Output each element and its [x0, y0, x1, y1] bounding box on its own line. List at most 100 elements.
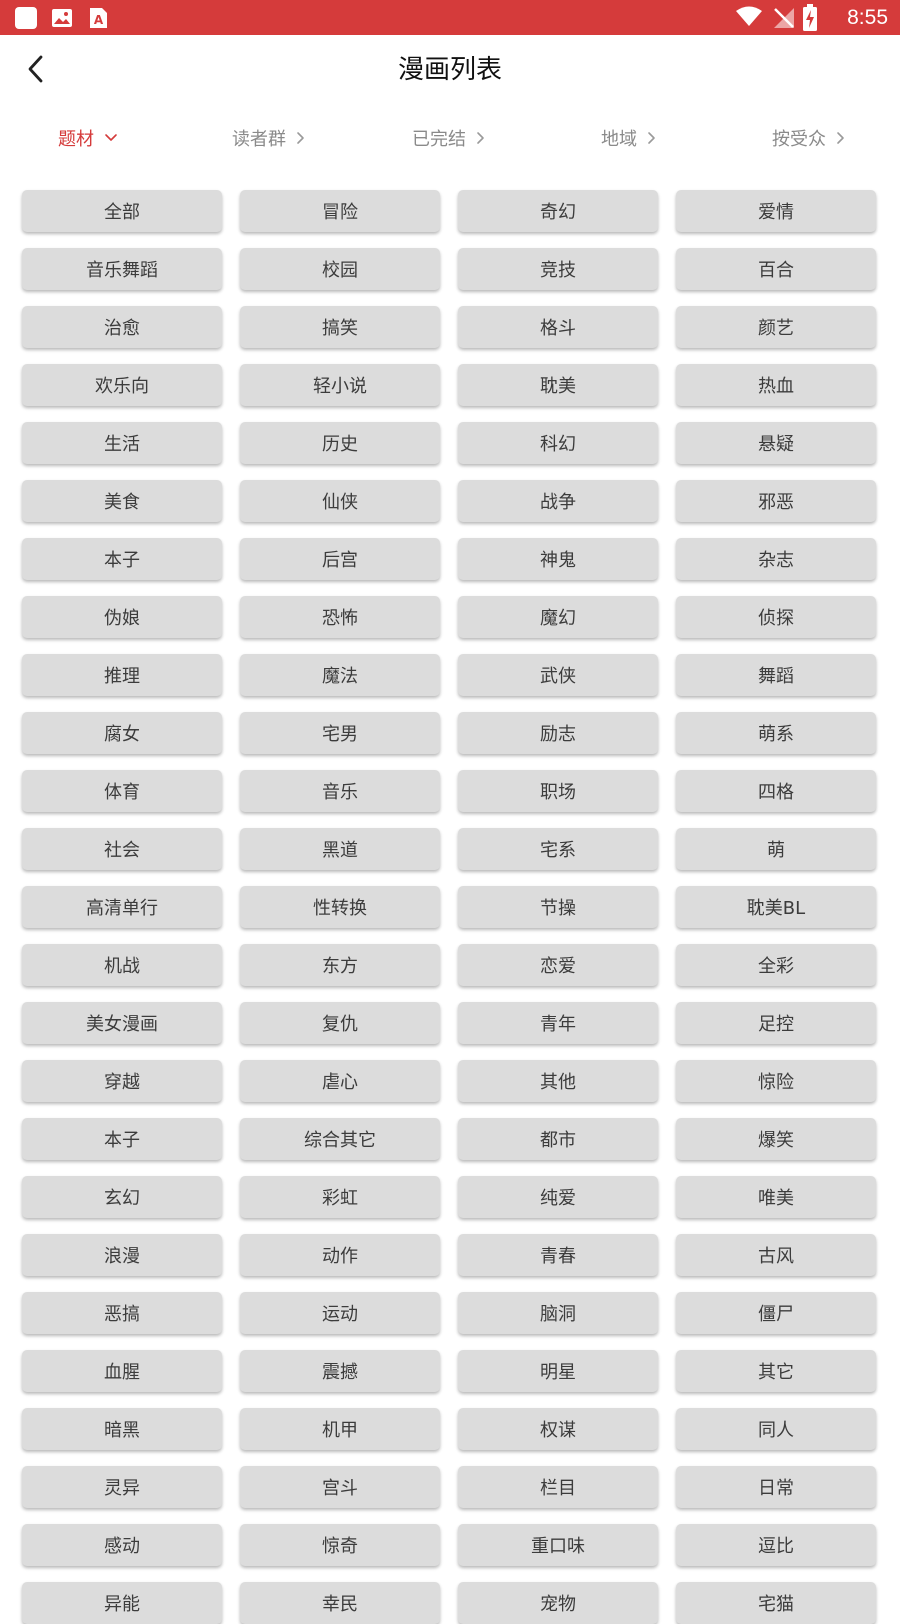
- genre-tag-button[interactable]: 美食: [22, 480, 222, 522]
- genre-tag-button[interactable]: 奇幻: [458, 190, 658, 232]
- genre-tag-button[interactable]: 推理: [22, 654, 222, 696]
- genre-tag-button[interactable]: 震撼: [240, 1350, 440, 1392]
- genre-tag-button[interactable]: 体育: [22, 770, 222, 812]
- genre-tag-button[interactable]: 动作: [240, 1234, 440, 1276]
- genre-tag-button[interactable]: 轻小说: [240, 364, 440, 406]
- genre-tag-button[interactable]: 纯爱: [458, 1176, 658, 1218]
- genre-tag-button[interactable]: 校园: [240, 248, 440, 290]
- genre-tag-button[interactable]: 灵异: [22, 1466, 222, 1508]
- genre-tag-button[interactable]: 竞技: [458, 248, 658, 290]
- genre-tag-button[interactable]: 黑道: [240, 828, 440, 870]
- genre-tag-button[interactable]: 惊险: [676, 1060, 876, 1102]
- genre-tag-button[interactable]: 其它: [676, 1350, 876, 1392]
- genre-tag-button[interactable]: 幸民: [240, 1582, 440, 1624]
- genre-tag-button[interactable]: 热血: [676, 364, 876, 406]
- genre-tag-button[interactable]: 四格: [676, 770, 876, 812]
- genre-tag-button[interactable]: 神鬼: [458, 538, 658, 580]
- genre-tag-button[interactable]: 本子: [22, 1118, 222, 1160]
- genre-tag-button[interactable]: 浪漫: [22, 1234, 222, 1276]
- genre-tag-button[interactable]: 耽美BL: [676, 886, 876, 928]
- genre-tag-button[interactable]: 侦探: [676, 596, 876, 638]
- genre-tag-button[interactable]: 武侠: [458, 654, 658, 696]
- genre-tag-button[interactable]: 百合: [676, 248, 876, 290]
- genre-tag-button[interactable]: 悬疑: [676, 422, 876, 464]
- genre-tag-button[interactable]: 爆笑: [676, 1118, 876, 1160]
- genre-tag-button[interactable]: 权谋: [458, 1408, 658, 1450]
- genre-tag-button[interactable]: 魔幻: [458, 596, 658, 638]
- genre-tag-button[interactable]: 明星: [458, 1350, 658, 1392]
- genre-tag-button[interactable]: 玄幻: [22, 1176, 222, 1218]
- genre-tag-button[interactable]: 邪恶: [676, 480, 876, 522]
- genre-tag-button[interactable]: 宫斗: [240, 1466, 440, 1508]
- genre-tag-button[interactable]: 音乐: [240, 770, 440, 812]
- genre-tag-button[interactable]: 东方: [240, 944, 440, 986]
- genre-tag-button[interactable]: 青年: [458, 1002, 658, 1044]
- genre-tag-button[interactable]: 伪娘: [22, 596, 222, 638]
- genre-tag-button[interactable]: 机甲: [240, 1408, 440, 1450]
- genre-tag-button[interactable]: 全部: [22, 190, 222, 232]
- filter-tab-theme[interactable]: 题材: [58, 125, 118, 151]
- genre-tag-button[interactable]: 魔法: [240, 654, 440, 696]
- genre-tag-button[interactable]: 都市: [458, 1118, 658, 1160]
- genre-tag-button[interactable]: 彩虹: [240, 1176, 440, 1218]
- genre-tag-button[interactable]: 萌: [676, 828, 876, 870]
- genre-tag-button[interactable]: 暗黑: [22, 1408, 222, 1450]
- genre-tag-button[interactable]: 萌系: [676, 712, 876, 754]
- genre-tag-button[interactable]: 栏目: [458, 1466, 658, 1508]
- genre-tag-button[interactable]: 足控: [676, 1002, 876, 1044]
- genre-tag-button[interactable]: 耽美: [458, 364, 658, 406]
- genre-tag-button[interactable]: 励志: [458, 712, 658, 754]
- genre-tag-button[interactable]: 宅猫: [676, 1582, 876, 1624]
- genre-tag-button[interactable]: 惊奇: [240, 1524, 440, 1566]
- genre-tag-button[interactable]: 复仇: [240, 1002, 440, 1044]
- genre-tag-button[interactable]: 全彩: [676, 944, 876, 986]
- genre-tag-button[interactable]: 同人: [676, 1408, 876, 1450]
- genre-tag-button[interactable]: 血腥: [22, 1350, 222, 1392]
- genre-tag-button[interactable]: 逗比: [676, 1524, 876, 1566]
- genre-tag-button[interactable]: 欢乐向: [22, 364, 222, 406]
- genre-tag-button[interactable]: 科幻: [458, 422, 658, 464]
- genre-tag-button[interactable]: 仙侠: [240, 480, 440, 522]
- genre-tag-button[interactable]: 治愈: [22, 306, 222, 348]
- genre-tag-button[interactable]: 古风: [676, 1234, 876, 1276]
- genre-tag-button[interactable]: 后宫: [240, 538, 440, 580]
- genre-tag-button[interactable]: 职场: [458, 770, 658, 812]
- genre-tag-button[interactable]: 节操: [458, 886, 658, 928]
- genre-tag-button[interactable]: 冒险: [240, 190, 440, 232]
- genre-tag-button[interactable]: 高清单行: [22, 886, 222, 928]
- genre-tag-button[interactable]: 虐心: [240, 1060, 440, 1102]
- genre-tag-button[interactable]: 综合其它: [240, 1118, 440, 1160]
- genre-tag-button[interactable]: 重口味: [458, 1524, 658, 1566]
- genre-tag-button[interactable]: 日常: [676, 1466, 876, 1508]
- genre-tag-button[interactable]: 僵尸: [676, 1292, 876, 1334]
- genre-tag-button[interactable]: 颜艺: [676, 306, 876, 348]
- genre-tag-button[interactable]: 美女漫画: [22, 1002, 222, 1044]
- filter-tab-target[interactable]: 按受众: [772, 125, 846, 151]
- genre-tag-button[interactable]: 音乐舞蹈: [22, 248, 222, 290]
- genre-tag-button[interactable]: 搞笑: [240, 306, 440, 348]
- genre-tag-button[interactable]: 感动: [22, 1524, 222, 1566]
- genre-tag-button[interactable]: 性转换: [240, 886, 440, 928]
- genre-tag-button[interactable]: 战争: [458, 480, 658, 522]
- genre-tag-button[interactable]: 运动: [240, 1292, 440, 1334]
- genre-tag-button[interactable]: 机战: [22, 944, 222, 986]
- filter-tab-status[interactable]: 已完结: [412, 125, 486, 151]
- genre-tag-button[interactable]: 唯美: [676, 1176, 876, 1218]
- genre-tag-button[interactable]: 本子: [22, 538, 222, 580]
- genre-tag-button[interactable]: 恋爱: [458, 944, 658, 986]
- genre-tag-button[interactable]: 宠物: [458, 1582, 658, 1624]
- genre-tag-button[interactable]: 青春: [458, 1234, 658, 1276]
- genre-tag-button[interactable]: 脑洞: [458, 1292, 658, 1334]
- genre-tag-button[interactable]: 腐女: [22, 712, 222, 754]
- genre-tag-button[interactable]: 社会: [22, 828, 222, 870]
- genre-tag-button[interactable]: 生活: [22, 422, 222, 464]
- filter-tab-audience[interactable]: 读者群: [232, 125, 306, 151]
- genre-tag-button[interactable]: 恶搞: [22, 1292, 222, 1334]
- filter-tab-region[interactable]: 地域: [601, 125, 657, 151]
- genre-tag-button[interactable]: 恐怖: [240, 596, 440, 638]
- genre-tag-button[interactable]: 宅男: [240, 712, 440, 754]
- genre-tag-button[interactable]: 杂志: [676, 538, 876, 580]
- genre-tag-button[interactable]: 宅系: [458, 828, 658, 870]
- genre-tag-button[interactable]: 异能: [22, 1582, 222, 1624]
- genre-tag-button[interactable]: 其他: [458, 1060, 658, 1102]
